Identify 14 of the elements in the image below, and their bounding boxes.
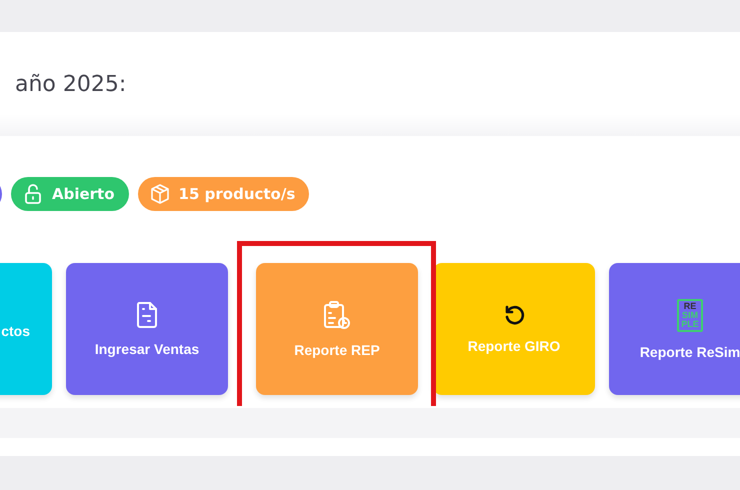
logo-icon: RE SIM PLE	[677, 298, 703, 332]
status-badge: Abierto	[11, 177, 129, 211]
box-icon	[150, 183, 170, 205]
report-tile[interactable]: ctos	[0, 263, 52, 395]
report-tile[interactable]: Ingresar Ventas	[66, 263, 228, 395]
document-icon	[135, 301, 159, 329]
unlock-icon	[23, 183, 43, 205]
clipboard-clock-icon	[322, 300, 352, 330]
report-tile[interactable]: Reporte REP	[256, 263, 418, 395]
undo-icon	[503, 304, 525, 326]
report-tile[interactable]: Reporte GIRO	[433, 263, 595, 395]
section-heading: año 2025:	[14, 71, 128, 99]
report-tile[interactable]: RE SIM PLE Reporte ReSim	[609, 263, 740, 395]
status-badge: 15 producto/s	[138, 177, 310, 211]
